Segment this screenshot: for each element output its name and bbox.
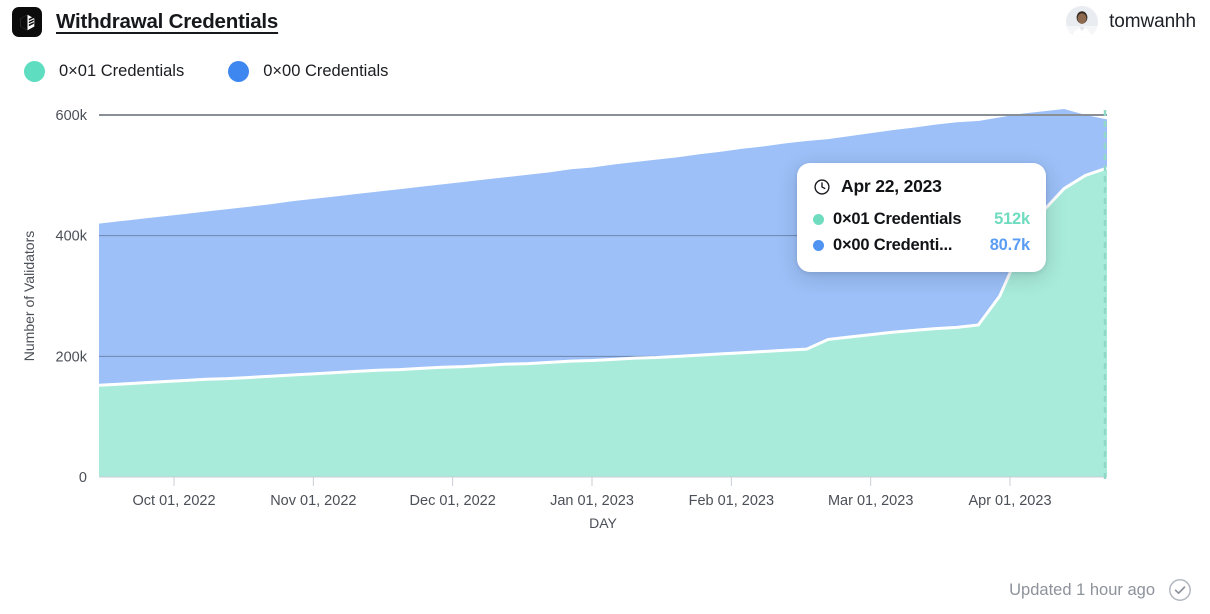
page-header: Withdrawal Credentials tomwanhh	[0, 0, 1210, 44]
chart-tooltip: Apr 22, 2023 0×01 Credentials 512k 0×00 …	[797, 163, 1046, 272]
chart-legend: 0×01 Credentials 0×00 Credentials	[24, 56, 388, 86]
tooltip-dot-icon	[813, 239, 824, 251]
tooltip-date: Apr 22, 2023	[841, 176, 942, 196]
x-tick-label: Nov 01, 2022	[270, 493, 356, 509]
legend-label: 0×01 Credentials	[59, 61, 185, 80]
y-tick-label: 600k	[56, 108, 88, 124]
avatar[interactable]	[1066, 6, 1099, 38]
x-tick-label: Mar 01, 2023	[828, 493, 913, 509]
tooltip-series-value: 512k	[994, 209, 1030, 228]
x-tick-label: Apr 01, 2023	[968, 493, 1051, 509]
check-circle-icon[interactable]	[1168, 578, 1192, 602]
x-tick-label: Jan 01, 2023	[550, 493, 634, 509]
tooltip-header: Apr 22, 2023	[813, 176, 1030, 197]
footer-status: Updated 1 hour ago	[1009, 578, 1192, 602]
y-tick-label: 0	[79, 470, 87, 486]
tooltip-series-name: 0×01 Credentials	[833, 209, 962, 228]
user-menu[interactable]: tomwanhh	[1066, 6, 1196, 38]
tooltip-row: 0×01 Credentials 512k	[813, 206, 1030, 232]
legend-dot-icon	[24, 60, 45, 82]
legend-label: 0×00 Credentials	[263, 61, 389, 80]
x-tick-label: Dec 01, 2022	[410, 493, 496, 509]
x-tick-label: Oct 01, 2022	[132, 493, 215, 509]
cube-logo-icon[interactable]	[12, 7, 42, 37]
y-tick-label: 400k	[56, 229, 88, 245]
y-tick-label: 200k	[56, 349, 88, 365]
tooltip-series-value: 80.7k	[989, 235, 1030, 254]
legend-dot-icon	[228, 60, 250, 82]
username-label: tomwanhh	[1109, 11, 1196, 32]
updated-label: Updated 1 hour ago	[1009, 580, 1155, 599]
tooltip-dot-icon	[813, 213, 824, 225]
tooltip-row: 0×00 Credenti... 80.7k	[813, 232, 1030, 258]
tooltip-series-name: 0×00 Credenti...	[833, 235, 953, 254]
legend-item-0x01[interactable]: 0×01 Credentials	[24, 60, 185, 82]
page-title[interactable]: Withdrawal Credentials	[56, 10, 278, 34]
x-tick-label: Feb 01, 2023	[689, 493, 774, 509]
y-axis-title: Number of Validators	[21, 231, 37, 361]
legend-item-0x00[interactable]: 0×00 Credentials	[228, 60, 389, 82]
clock-icon	[814, 178, 830, 195]
dashboard-page: Withdrawal Credentials tomwanhh 0×01 Cre…	[0, 0, 1210, 614]
x-axis-title: DAY	[589, 515, 617, 531]
